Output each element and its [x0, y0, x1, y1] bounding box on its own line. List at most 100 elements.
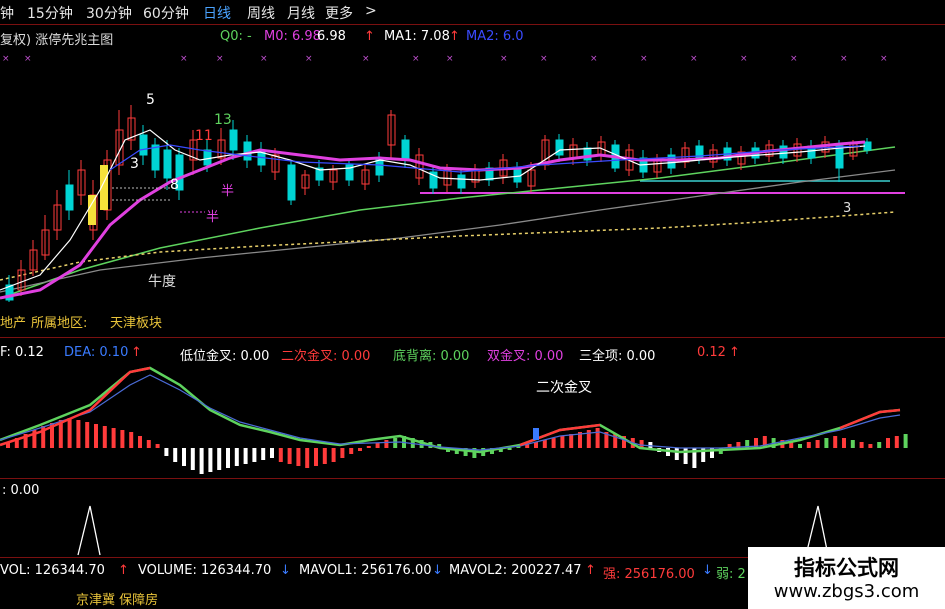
half-marker: 半 [221, 184, 235, 199]
macd-bar [798, 444, 802, 448]
macd-bar [270, 448, 274, 458]
second-golden-cross: 二次金叉: 0.00 [281, 349, 371, 364]
down-arrow-icon: ↓ [702, 563, 713, 578]
candle-body [513, 167, 522, 183]
region-label: 所属地区: [31, 316, 88, 331]
macd-bar [243, 448, 248, 464]
macd-bar [278, 448, 283, 462]
dea-readout: DEA: 0.10 [64, 345, 129, 360]
period-tab-30min[interactable]: 30分钟 [86, 3, 132, 23]
candle-body [401, 139, 410, 161]
macd-bar [155, 444, 160, 448]
macd-bar [824, 438, 829, 448]
candle-body [375, 159, 384, 176]
macd-bar [111, 428, 116, 448]
period-tab-15min[interactable]: 15分钟 [27, 3, 73, 23]
triple-full: 三全项: 0.00 [579, 349, 656, 364]
mavol2-readout: MAVOL2: 200227.47 [449, 563, 582, 578]
peak-label: 5 [146, 92, 155, 108]
watermark-title: 指标公式网 [794, 556, 899, 580]
macd-bar [234, 448, 239, 466]
watermark-url: www.zbgs3.com [773, 581, 920, 602]
marker-glyph: × [790, 54, 798, 64]
macd-bar [542, 440, 547, 448]
macd-bar [375, 443, 380, 448]
m0-readout: M0: 6.98 [264, 29, 321, 44]
period-tab-day[interactable]: 日线 [203, 3, 231, 23]
ma1-readout: MA1: 7.08 [384, 29, 450, 44]
double-golden-cross: 双金叉: 0.00 [487, 349, 564, 364]
region-value[interactable]: 天津板块 [110, 312, 162, 331]
more-arrow-icon[interactable]: > [365, 3, 377, 19]
second-golden-cross-note: 二次金叉 [536, 380, 592, 396]
strong-readout: 强: 256176.00 [603, 567, 695, 582]
period-tab-month[interactable]: 月线 [287, 3, 315, 23]
macd-bar [894, 436, 899, 448]
candle-body [151, 144, 160, 171]
weak-readout: 弱: 2 [716, 567, 746, 582]
macd-bar [164, 448, 169, 456]
macd-bar [674, 448, 679, 460]
period-tab-60min[interactable]: 60分钟 [143, 3, 189, 23]
down-arrow-icon: ↓ [432, 563, 443, 578]
q0-readout: Q0: - [220, 29, 252, 44]
marker-glyph: × [2, 54, 10, 64]
up-arrow-icon: ↑ [131, 345, 142, 360]
indicator-title: 复权) 涨停先兆主图 [0, 33, 114, 48]
macd-bar [833, 436, 838, 448]
marker-glyph: × [216, 54, 224, 64]
macd-bar [340, 448, 345, 458]
period-tab-more[interactable]: 更多 [325, 3, 353, 23]
divider [0, 337, 945, 338]
macd-bar [305, 448, 310, 468]
macd-bar [76, 420, 81, 448]
candle-body [163, 149, 172, 179]
macd-bar [877, 442, 882, 448]
macd-bar [120, 430, 125, 448]
period-tab-week[interactable]: 周线 [247, 3, 275, 23]
macd-bar [182, 448, 186, 466]
marker-glyph: × [260, 54, 268, 64]
candle-body [203, 149, 212, 166]
marker-glyph: × [840, 54, 848, 64]
m0-value: 6.98 [317, 29, 346, 44]
marker-glyph: × [590, 54, 598, 64]
macd-bar [252, 448, 257, 462]
macd-bar [859, 442, 864, 448]
macd-bar [85, 422, 90, 448]
macd-bar [217, 448, 222, 470]
marker-glyph: × [880, 54, 888, 64]
marker-glyph: × [24, 54, 32, 64]
candle-body [243, 141, 252, 161]
macd-bar [67, 418, 72, 448]
up-arrow-icon: ↑ [449, 29, 460, 44]
period-tab-minute[interactable]: 钟 [0, 3, 14, 23]
macd-bar [349, 448, 354, 454]
vol-readout: VOL: 126344.70 [0, 563, 105, 578]
signal-marker [533, 428, 539, 440]
macd-bar [815, 440, 820, 448]
signal-readout: : 0.00 [2, 483, 40, 498]
macd-bar [296, 448, 301, 466]
down-arrow-icon: ↓ [280, 563, 291, 578]
macd-bar [190, 448, 195, 470]
macd-bar [129, 432, 134, 448]
niudu-label: 牛度 [148, 274, 176, 290]
candle-body [457, 174, 466, 189]
divider [0, 478, 945, 479]
mavol1-readout: MAVOL1: 256176.00 [299, 563, 432, 578]
candle-body [287, 164, 296, 201]
volume-readout: VOLUME: 126344.70 [138, 563, 272, 578]
divider [0, 24, 945, 25]
concept-tags[interactable]: 京津冀 保障房 [76, 589, 158, 608]
count-label: 3 [843, 201, 852, 216]
marker-glyph: × [305, 54, 313, 64]
half-marker: 半 [206, 210, 220, 225]
candle-body [229, 129, 238, 151]
ma2-readout: MA2: 6.0 [466, 29, 524, 44]
up-arrow-icon: ↑ [585, 563, 596, 578]
bottom-divergence: 底背离: 0.00 [393, 349, 470, 364]
macd-bar [102, 426, 107, 448]
macd-bar [331, 448, 336, 462]
count-label: 11 [195, 128, 213, 144]
